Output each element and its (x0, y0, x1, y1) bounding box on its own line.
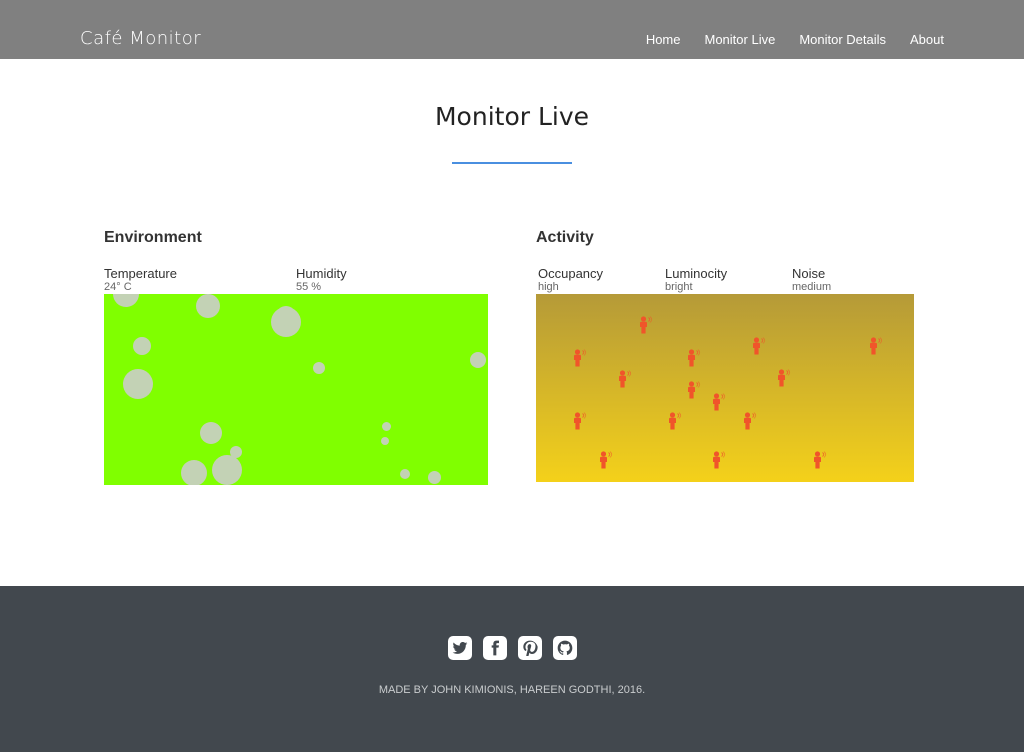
facebook-icon[interactable] (483, 636, 507, 660)
bubble (470, 352, 486, 368)
nav-link-about[interactable]: About (910, 32, 944, 47)
brand-logo[interactable]: Café Monitor (80, 28, 201, 49)
luminocity-value: bright (665, 281, 693, 293)
activity-visualization (536, 294, 914, 482)
twitter-icon[interactable] (448, 636, 472, 660)
humidity-value: 55 % (296, 281, 322, 293)
bubble (181, 460, 207, 485)
person-icon (753, 337, 766, 355)
footer: MADE BY JOHN KIMIONIS, HAREEN GODTHI, 20… (0, 586, 1024, 752)
nav-link-home[interactable]: Home (646, 32, 681, 47)
pinterest-icon[interactable] (518, 636, 542, 660)
bubble (381, 421, 391, 431)
page-title: Monitor Live (434, 102, 590, 131)
bubble (276, 306, 296, 326)
luminocity-label: Luminocity (665, 266, 728, 281)
bubble (381, 437, 389, 445)
person-icon (814, 451, 827, 469)
title-underline (452, 162, 572, 164)
bubble (212, 455, 242, 485)
bubble (123, 369, 153, 399)
humidity-label: Humidity (296, 266, 347, 281)
temperature-value: 24° C (104, 281, 132, 293)
noise-label: Noise (792, 266, 826, 281)
bubble (313, 362, 325, 374)
bubble (133, 337, 151, 355)
bubble (196, 294, 220, 318)
person-icon (619, 370, 632, 388)
nav-links: Home Monitor Live Monitor Details About (646, 32, 944, 47)
person-icon (640, 316, 653, 334)
person-icon (574, 349, 587, 367)
occupancy-label: Occupancy (538, 266, 604, 281)
social-links (448, 636, 577, 660)
temperature-label: Temperature (104, 266, 177, 281)
person-icon (713, 451, 726, 469)
person-icon (688, 381, 701, 399)
bubble (427, 470, 441, 484)
person-icon (870, 337, 883, 355)
github-icon[interactable] (553, 636, 577, 660)
navbar: Café Monitor Home Monitor Live Monitor D… (0, 0, 1024, 59)
person-icon (713, 393, 726, 411)
person-icon (574, 412, 587, 430)
bubble (113, 294, 139, 307)
environment-visualization (104, 294, 488, 485)
environment-title: Environment (104, 229, 202, 246)
nav-link-monitor-live[interactable]: Monitor Live (705, 32, 776, 47)
footer-credit: MADE BY JOHN KIMIONIS, HAREEN GODTHI, 20… (378, 684, 646, 696)
person-icon (778, 369, 791, 387)
bubble (400, 469, 410, 479)
noise-value: medium (792, 281, 832, 293)
person-icon (744, 412, 757, 430)
person-icon (600, 451, 613, 469)
nav-link-monitor-details[interactable]: Monitor Details (799, 32, 886, 47)
person-icon (669, 412, 682, 430)
occupancy-value: high (538, 281, 559, 293)
person-icon (688, 349, 701, 367)
activity-title: Activity (536, 229, 594, 246)
bubble (200, 422, 222, 444)
